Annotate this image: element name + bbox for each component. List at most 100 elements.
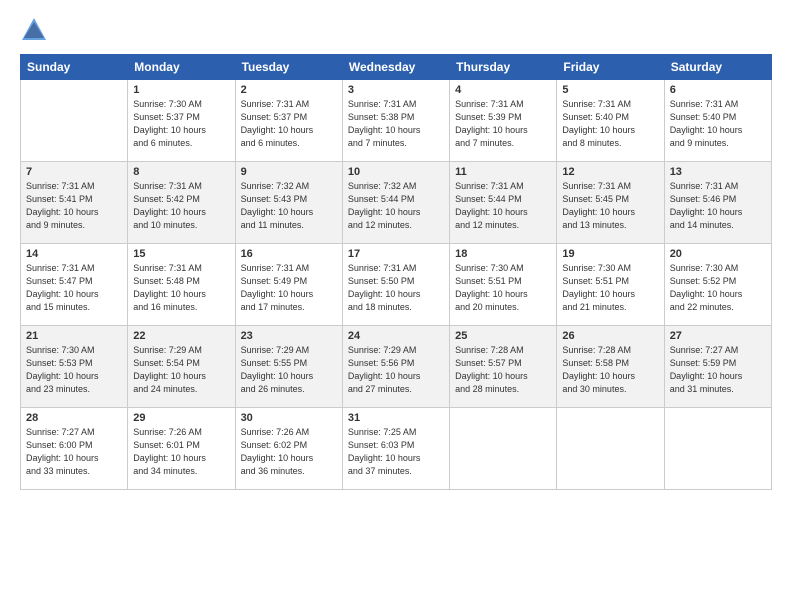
day-number: 21 <box>26 330 122 342</box>
day-number: 24 <box>348 330 444 342</box>
calendar-cell: 2 Sunrise: 7:31 AM Sunset: 5:37 PM Daylig… <box>235 80 342 162</box>
cell-info: Sunrise: 7:29 AM Sunset: 5:54 PM Dayligh… <box>133 344 229 396</box>
cell-info: Sunrise: 7:28 AM Sunset: 5:58 PM Dayligh… <box>562 344 658 396</box>
day-number: 15 <box>133 248 229 260</box>
calendar-cell: 30 Sunrise: 7:26 AM Sunset: 6:02 PM Dayli… <box>235 408 342 490</box>
day-number: 22 <box>133 330 229 342</box>
calendar-cell: 6 Sunrise: 7:31 AM Sunset: 5:40 PM Daylig… <box>664 80 771 162</box>
calendar-cell: 9 Sunrise: 7:32 AM Sunset: 5:43 PM Daylig… <box>235 162 342 244</box>
calendar-cell: 26 Sunrise: 7:28 AM Sunset: 5:58 PM Dayli… <box>557 326 664 408</box>
cell-info: Sunrise: 7:31 AM Sunset: 5:41 PM Dayligh… <box>26 180 122 232</box>
weekday-header: Tuesday <box>235 55 342 80</box>
cell-info: Sunrise: 7:32 AM Sunset: 5:44 PM Dayligh… <box>348 180 444 232</box>
cell-info: Sunrise: 7:31 AM Sunset: 5:45 PM Dayligh… <box>562 180 658 232</box>
cell-info: Sunrise: 7:26 AM Sunset: 6:02 PM Dayligh… <box>241 426 337 478</box>
calendar-cell: 15 Sunrise: 7:31 AM Sunset: 5:48 PM Dayli… <box>128 244 235 326</box>
calendar-cell: 29 Sunrise: 7:26 AM Sunset: 6:01 PM Dayli… <box>128 408 235 490</box>
day-number: 30 <box>241 412 337 424</box>
cell-info: Sunrise: 7:30 AM Sunset: 5:52 PM Dayligh… <box>670 262 766 314</box>
cell-info: Sunrise: 7:25 AM Sunset: 6:03 PM Dayligh… <box>348 426 444 478</box>
calendar-cell: 16Sunrise: 7:31 AM Sunset: 5:49 PM Dayli… <box>235 244 342 326</box>
day-number: 28 <box>26 412 122 424</box>
cell-info: Sunrise: 7:31 AM Sunset: 5:44 PM Dayligh… <box>455 180 551 232</box>
day-number: 20 <box>670 248 766 260</box>
calendar-cell: 20 Sunrise: 7:30 AM Sunset: 5:52 PM Dayli… <box>664 244 771 326</box>
cell-info: Sunrise: 7:29 AM Sunset: 5:55 PM Dayligh… <box>241 344 337 396</box>
day-number: 5 <box>562 84 658 96</box>
cell-info: Sunrise: 7:31 AM Sunset: 5:46 PM Dayligh… <box>670 180 766 232</box>
calendar-cell: 14Sunrise: 7:31 AM Sunset: 5:47 PM Dayli… <box>21 244 128 326</box>
day-number: 1 <box>133 84 229 96</box>
calendar-week-row: 1 Sunrise: 7:30 AM Sunset: 5:37 PM Daylig… <box>21 80 772 162</box>
calendar-cell: 24 Sunrise: 7:29 AM Sunset: 5:56 PM Dayli… <box>342 326 449 408</box>
day-number: 2 <box>241 84 337 96</box>
day-number: 25 <box>455 330 551 342</box>
calendar-cell: 7 Sunrise: 7:31 AM Sunset: 5:41 PM Daylig… <box>21 162 128 244</box>
header-row: SundayMondayTuesdayWednesdayThursdayFrid… <box>21 55 772 80</box>
day-number: 29 <box>133 412 229 424</box>
calendar-cell <box>450 408 557 490</box>
calendar-cell: 18 Sunrise: 7:30 AM Sunset: 5:51 PM Dayli… <box>450 244 557 326</box>
cell-info: Sunrise: 7:27 AM Sunset: 5:59 PM Dayligh… <box>670 344 766 396</box>
calendar-week-row: 14Sunrise: 7:31 AM Sunset: 5:47 PM Dayli… <box>21 244 772 326</box>
cell-info: Sunrise: 7:30 AM Sunset: 5:51 PM Dayligh… <box>455 262 551 314</box>
weekday-header: Monday <box>128 55 235 80</box>
day-number: 12 <box>562 166 658 178</box>
weekday-header: Thursday <box>450 55 557 80</box>
cell-info: Sunrise: 7:31 AM Sunset: 5:50 PM Dayligh… <box>348 262 444 314</box>
calendar-cell: 11 Sunrise: 7:31 AM Sunset: 5:44 PM Dayli… <box>450 162 557 244</box>
calendar-cell <box>557 408 664 490</box>
cell-info: Sunrise: 7:26 AM Sunset: 6:01 PM Dayligh… <box>133 426 229 478</box>
day-number: 11 <box>455 166 551 178</box>
calendar-week-row: 28Sunrise: 7:27 AM Sunset: 6:00 PM Dayli… <box>21 408 772 490</box>
cell-info: Sunrise: 7:31 AM Sunset: 5:40 PM Dayligh… <box>670 98 766 150</box>
logo-icon <box>20 16 48 44</box>
weekday-header: Wednesday <box>342 55 449 80</box>
calendar-cell: 1 Sunrise: 7:30 AM Sunset: 5:37 PM Daylig… <box>128 80 235 162</box>
weekday-header: Friday <box>557 55 664 80</box>
calendar-cell <box>21 80 128 162</box>
calendar-cell: 10 Sunrise: 7:32 AM Sunset: 5:44 PM Dayli… <box>342 162 449 244</box>
cell-info: Sunrise: 7:30 AM Sunset: 5:37 PM Dayligh… <box>133 98 229 150</box>
cell-info: Sunrise: 7:31 AM Sunset: 5:42 PM Dayligh… <box>133 180 229 232</box>
day-number: 18 <box>455 248 551 260</box>
calendar-table: SundayMondayTuesdayWednesdayThursdayFrid… <box>20 54 772 490</box>
day-number: 19 <box>562 248 658 260</box>
calendar-cell: 8Sunrise: 7:31 AM Sunset: 5:42 PM Daylig… <box>128 162 235 244</box>
cell-info: Sunrise: 7:31 AM Sunset: 5:48 PM Dayligh… <box>133 262 229 314</box>
calendar-cell: 4Sunrise: 7:31 AM Sunset: 5:39 PM Daylig… <box>450 80 557 162</box>
day-number: 10 <box>348 166 444 178</box>
day-number: 3 <box>348 84 444 96</box>
day-number: 31 <box>348 412 444 424</box>
calendar-week-row: 21Sunrise: 7:30 AM Sunset: 5:53 PM Dayli… <box>21 326 772 408</box>
header <box>20 16 772 44</box>
calendar-cell: 27 Sunrise: 7:27 AM Sunset: 5:59 PM Dayli… <box>664 326 771 408</box>
calendar-cell: 23Sunrise: 7:29 AM Sunset: 5:55 PM Dayli… <box>235 326 342 408</box>
page: SundayMondayTuesdayWednesdayThursdayFrid… <box>0 0 792 612</box>
calendar-cell: 19Sunrise: 7:30 AM Sunset: 5:51 PM Dayli… <box>557 244 664 326</box>
calendar-cell: 31 Sunrise: 7:25 AM Sunset: 6:03 PM Dayli… <box>342 408 449 490</box>
calendar-cell: 25 Sunrise: 7:28 AM Sunset: 5:57 PM Dayli… <box>450 326 557 408</box>
cell-info: Sunrise: 7:31 AM Sunset: 5:38 PM Dayligh… <box>348 98 444 150</box>
cell-info: Sunrise: 7:31 AM Sunset: 5:37 PM Dayligh… <box>241 98 337 150</box>
day-number: 9 <box>241 166 337 178</box>
day-number: 26 <box>562 330 658 342</box>
calendar-cell: 28Sunrise: 7:27 AM Sunset: 6:00 PM Dayli… <box>21 408 128 490</box>
calendar-cell: 13Sunrise: 7:31 AM Sunset: 5:46 PM Dayli… <box>664 162 771 244</box>
calendar-cell: 12 Sunrise: 7:31 AM Sunset: 5:45 PM Dayli… <box>557 162 664 244</box>
day-number: 27 <box>670 330 766 342</box>
day-number: 7 <box>26 166 122 178</box>
cell-info: Sunrise: 7:29 AM Sunset: 5:56 PM Dayligh… <box>348 344 444 396</box>
calendar-cell: 5 Sunrise: 7:31 AM Sunset: 5:40 PM Daylig… <box>557 80 664 162</box>
day-number: 17 <box>348 248 444 260</box>
cell-info: Sunrise: 7:28 AM Sunset: 5:57 PM Dayligh… <box>455 344 551 396</box>
calendar-cell: 22 Sunrise: 7:29 AM Sunset: 5:54 PM Dayli… <box>128 326 235 408</box>
weekday-header: Sunday <box>21 55 128 80</box>
day-number: 14 <box>26 248 122 260</box>
day-number: 6 <box>670 84 766 96</box>
calendar-cell <box>664 408 771 490</box>
weekday-header: Saturday <box>664 55 771 80</box>
cell-info: Sunrise: 7:32 AM Sunset: 5:43 PM Dayligh… <box>241 180 337 232</box>
cell-info: Sunrise: 7:31 AM Sunset: 5:40 PM Dayligh… <box>562 98 658 150</box>
day-number: 16 <box>241 248 337 260</box>
